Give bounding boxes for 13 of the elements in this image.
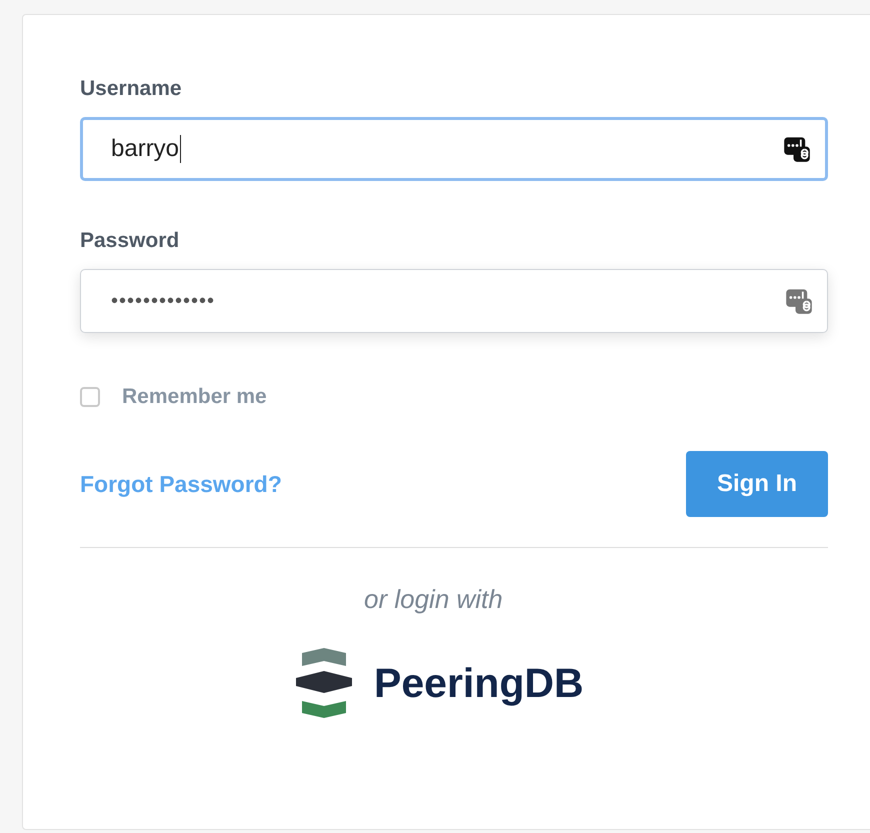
- checkbox-label: Remember me: [122, 385, 267, 409]
- password-manager-icon[interactable]: [783, 135, 811, 163]
- alt-login-text: or login with: [364, 584, 503, 615]
- field-label: Username: [80, 77, 183, 101]
- input-field[interactable]: barryo: [80, 117, 828, 181]
- field-label: Password: [80, 229, 180, 253]
- input-field[interactable]: •••••••••••••: [80, 269, 828, 333]
- provider-name[interactable]: PeeringDB: [374, 660, 584, 706]
- field-value: •••••••••••••: [111, 290, 216, 312]
- field-value: barryo: [111, 135, 180, 163]
- checkbox[interactable]: [80, 387, 100, 407]
- logo-icon: [294, 647, 354, 719]
- text-cursor: [180, 135, 182, 163]
